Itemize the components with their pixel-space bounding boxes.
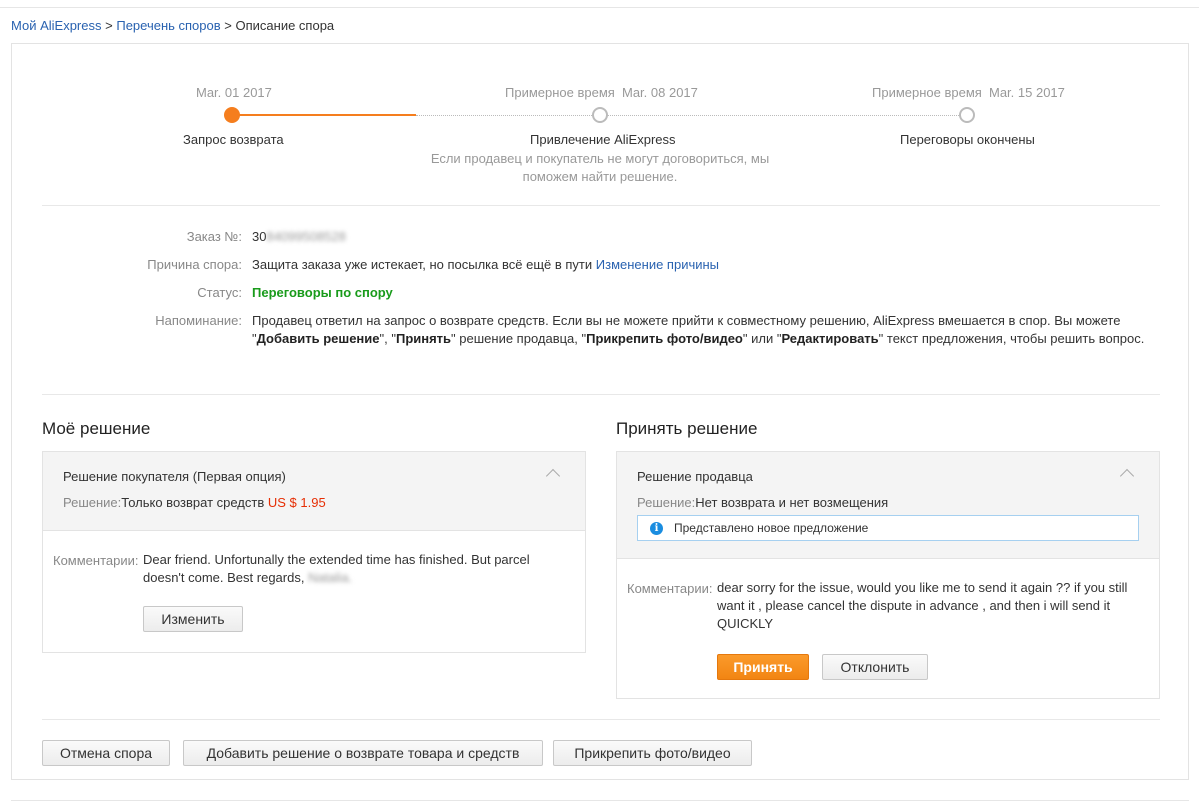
step-2-marker bbox=[592, 107, 608, 123]
accept-solution-title: Принять решение bbox=[616, 419, 758, 438]
divider bbox=[42, 394, 1160, 395]
breadcrumb-current: Описание спора bbox=[235, 18, 335, 33]
bottom-divider bbox=[11, 800, 1189, 801]
breadcrumb-disputes-list[interactable]: Перечень споров bbox=[116, 18, 220, 33]
progress-bar-pending bbox=[416, 115, 592, 116]
seller-comment-text: dear sorry for the issue, would you like… bbox=[717, 580, 1128, 631]
status-value: Переговоры по спору bbox=[252, 285, 393, 300]
dispute-reason-label: Причина спора: bbox=[147, 257, 242, 272]
edit-button[interactable]: Изменить bbox=[143, 606, 243, 632]
divider bbox=[42, 205, 1160, 206]
step-2-label: Привлечение AliExpress bbox=[530, 132, 676, 147]
step-1-marker bbox=[224, 107, 240, 123]
step-3-date-prefix: Примерное время bbox=[872, 85, 982, 100]
reminder-label: Напоминание: bbox=[155, 313, 242, 328]
collapse-chevron-icon[interactable] bbox=[1119, 468, 1135, 484]
my-solution-title: Моё решение bbox=[42, 419, 151, 438]
step-2-date-prefix: Примерное время bbox=[505, 85, 615, 100]
buyer-solution-header[interactable]: Решение покупателя (Первая опция) Решени… bbox=[43, 452, 585, 531]
collapse-chevron-icon[interactable] bbox=[545, 468, 561, 484]
breadcrumb-separator: > bbox=[224, 18, 232, 33]
buyer-solution-title: Решение покупателя (Первая опция) bbox=[63, 469, 286, 484]
order-number-value: 3084099508528 bbox=[252, 229, 346, 244]
seller-solution-header[interactable]: Решение продавца Решение:Нет возврата и … bbox=[617, 452, 1159, 559]
status-label: Статус: bbox=[197, 285, 242, 300]
seller-solution-card: Решение продавца Решение:Нет возврата и … bbox=[616, 451, 1160, 699]
breadcrumb-my-aliexpress[interactable]: Мой AliExpress bbox=[11, 18, 102, 33]
info-icon: i bbox=[650, 522, 663, 535]
progress-bar-pending bbox=[608, 115, 959, 116]
buyer-comment-label: Комментарии: bbox=[53, 553, 139, 568]
order-number-blurred: 84099508528 bbox=[266, 229, 346, 244]
reminder-text: Продавец ответил на запрос о возврате ср… bbox=[252, 313, 1145, 346]
buyer-decision: Решение:Только возврат средств US $ 1.95 bbox=[63, 495, 326, 510]
order-number-label: Заказ №: bbox=[186, 229, 242, 244]
top-divider bbox=[0, 7, 1199, 8]
buyer-name-blurred: Natalia. bbox=[308, 570, 353, 585]
step-2-date: Mar. 08 2017 bbox=[622, 85, 698, 100]
dispute-reason-value: Защита заказа уже истекает, но посылка в… bbox=[252, 257, 720, 272]
seller-solution-title: Решение продавца bbox=[637, 469, 753, 484]
breadcrumb-separator: > bbox=[105, 18, 113, 33]
progress-bar-completed bbox=[232, 114, 416, 116]
seller-decision: Решение:Нет возврата и нет возмещения bbox=[637, 495, 889, 510]
new-offer-notice-text: Представлено новое предложение bbox=[674, 521, 869, 535]
seller-comment-label: Комментарии: bbox=[627, 581, 713, 596]
step-3-date: Mar. 15 2017 bbox=[989, 85, 1065, 100]
step-1-label: Запрос возврата bbox=[183, 132, 284, 147]
accept-button[interactable]: Принять bbox=[717, 654, 809, 680]
breadcrumb: Мой AliExpress > Перечень споров > Описа… bbox=[11, 18, 334, 33]
refund-amount: US $ 1.95 bbox=[267, 495, 326, 510]
buyer-solution-card: Решение покупателя (Первая опция) Решени… bbox=[42, 451, 586, 653]
step-3-label: Переговоры окончены bbox=[900, 132, 1035, 147]
step-1-date: Mar. 01 2017 bbox=[196, 85, 272, 100]
step-2-note: Если продавец и покупатель не могут дого… bbox=[430, 151, 770, 184]
buyer-comment-text: Dear friend. Unfortunally the extended t… bbox=[143, 552, 530, 585]
step-3-marker bbox=[959, 107, 975, 123]
divider bbox=[42, 719, 1160, 720]
add-solution-button[interactable]: Добавить решение о возврате товара и сре… bbox=[183, 740, 543, 766]
new-offer-notice: i Представлено новое предложение bbox=[637, 515, 1139, 541]
change-reason-link[interactable]: Изменение причины bbox=[596, 257, 719, 272]
attach-media-button[interactable]: Прикрепить фото/видео bbox=[553, 740, 752, 766]
cancel-dispute-button[interactable]: Отмена спора bbox=[42, 740, 170, 766]
decline-button[interactable]: Отклонить bbox=[822, 654, 928, 680]
